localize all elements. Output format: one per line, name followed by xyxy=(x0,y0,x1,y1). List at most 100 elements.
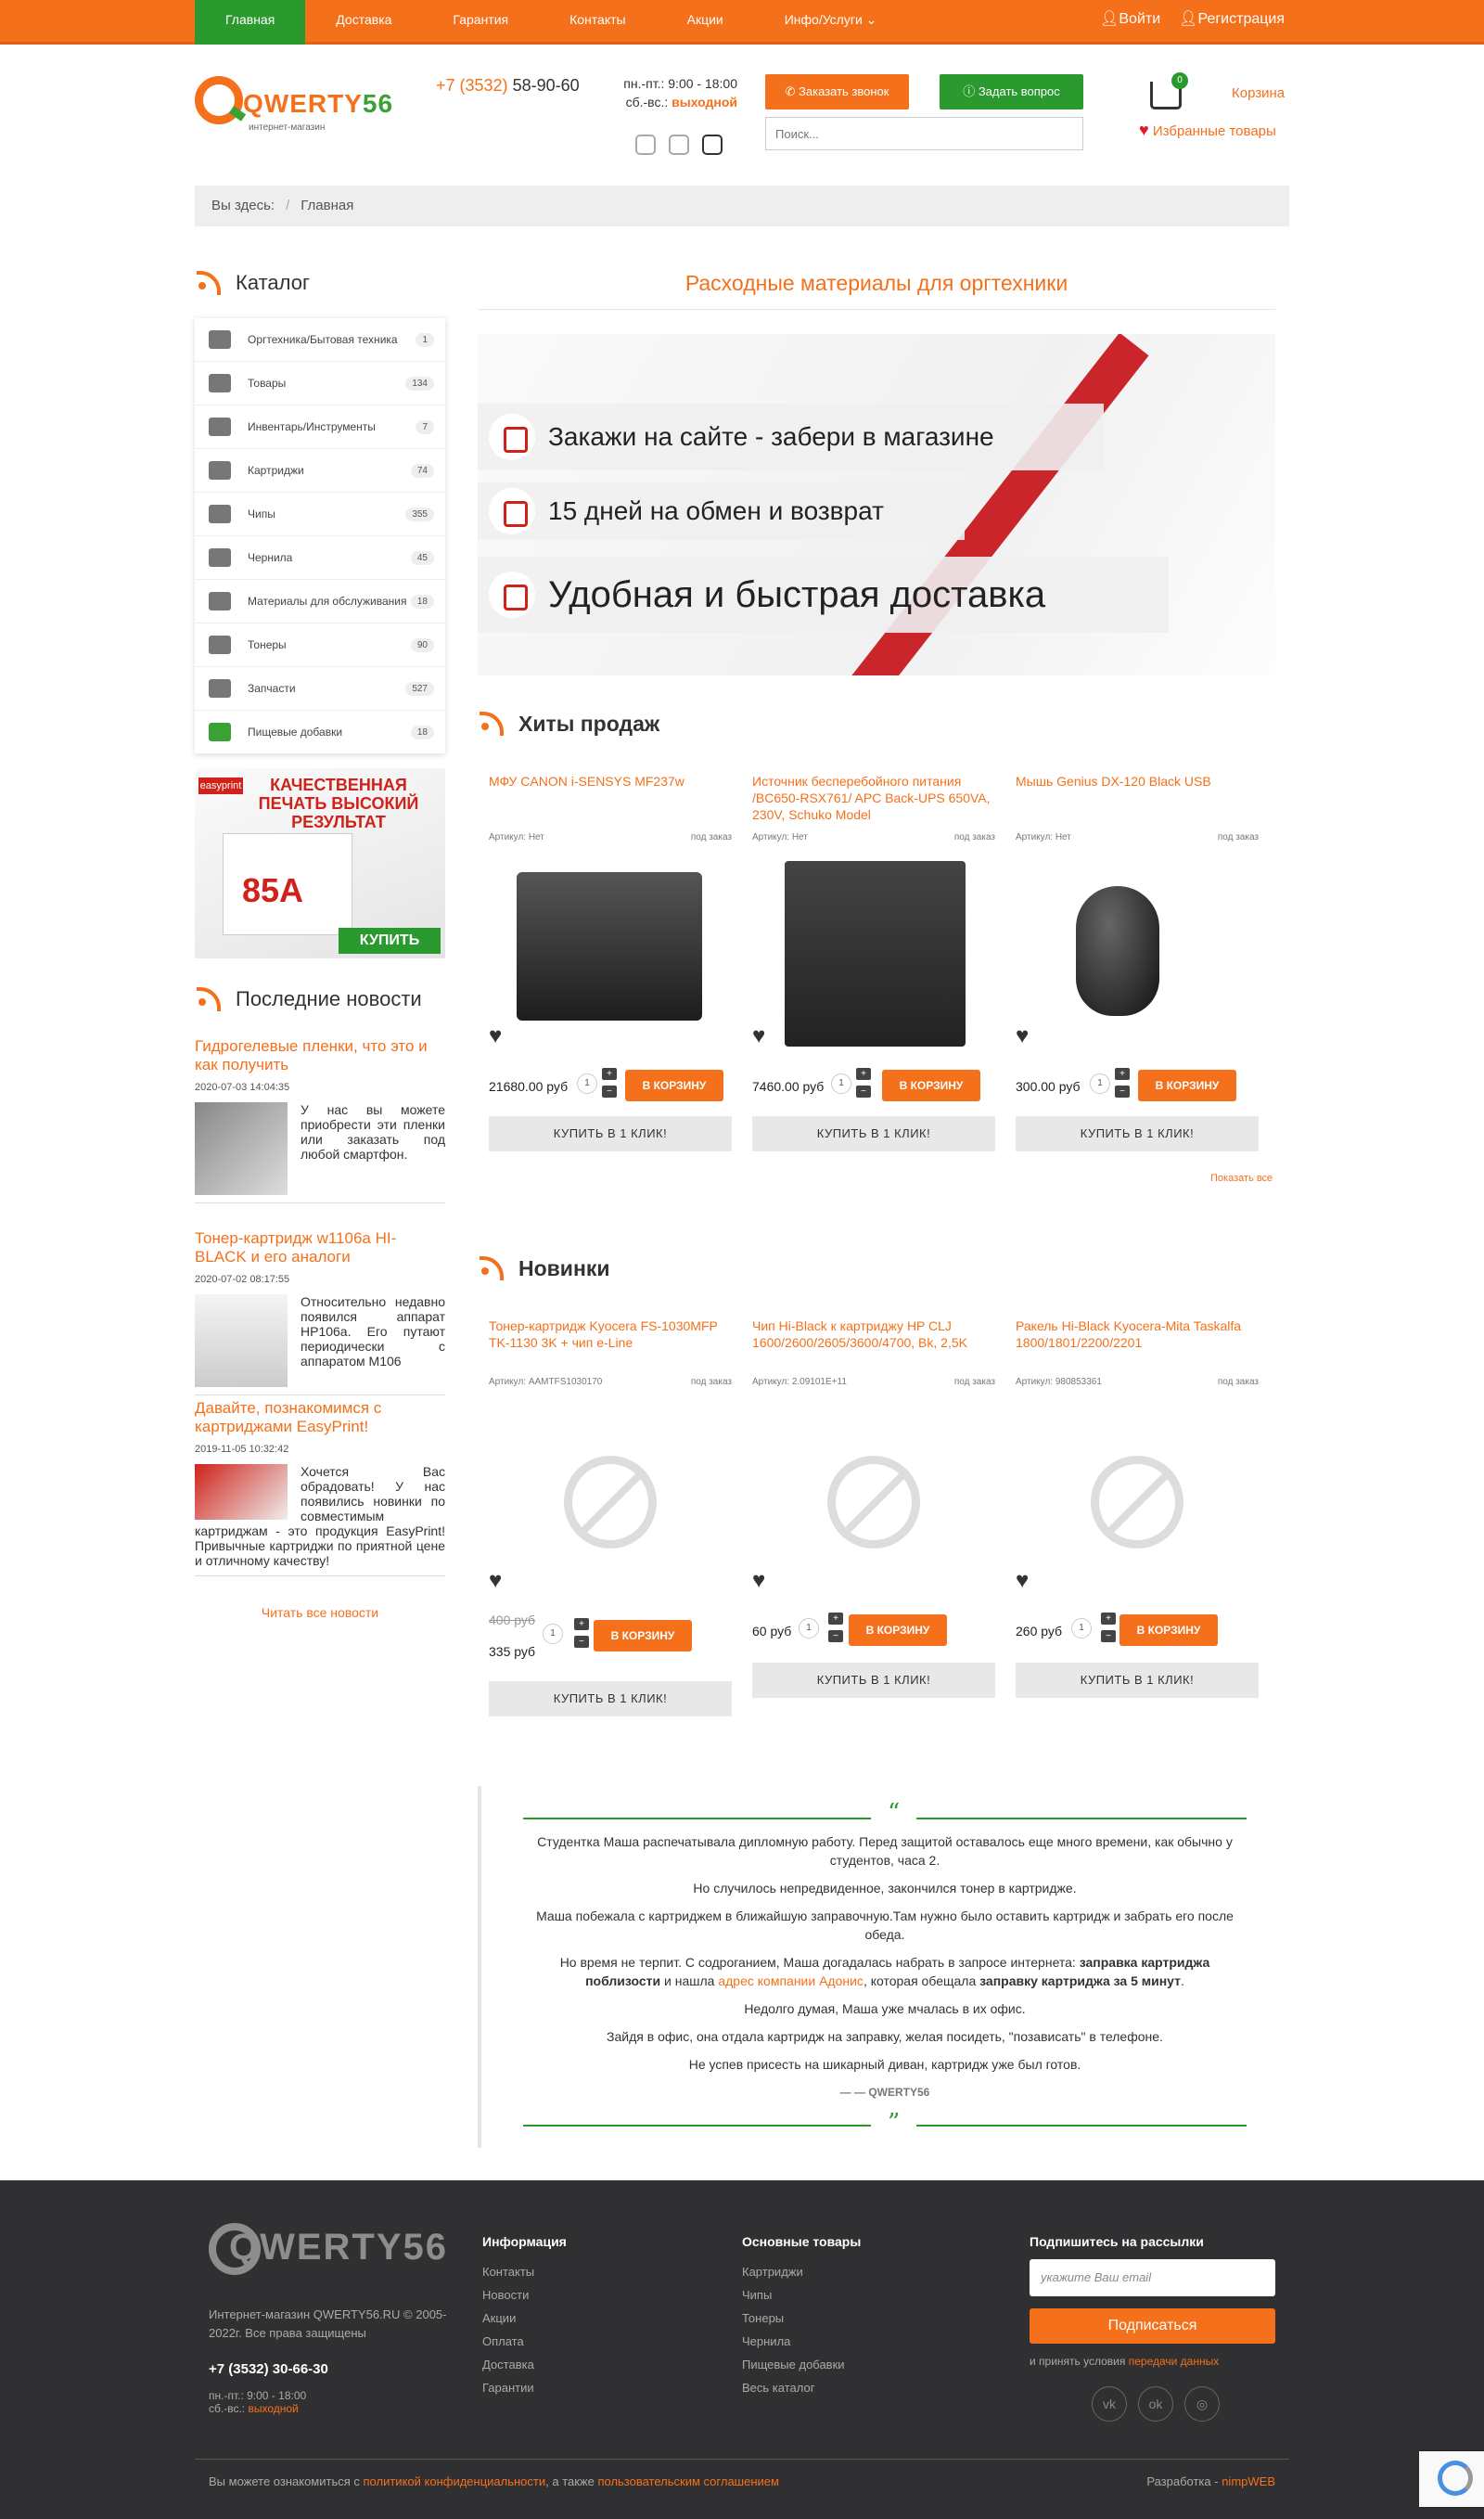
product-name[interactable]: Мышь Genius DX-120 Black USB xyxy=(1016,773,1259,829)
nav-delivery[interactable]: Доставка xyxy=(305,0,422,45)
qty-plus-button[interactable]: + xyxy=(574,1618,589,1630)
vk-icon[interactable]: vk xyxy=(1092,2386,1127,2422)
product-name[interactable]: Тонер-картридж Kyocera FS-1030MFP TK-113… xyxy=(489,1317,732,1373)
add-to-cart-button[interactable]: В КОРЗИНУ xyxy=(849,1614,947,1646)
buy-one-click-button[interactable]: КУПИТЬ В 1 КЛИК! xyxy=(1016,1116,1259,1151)
catalog-item[interactable]: Оргтехника/Бытовая техника 1 xyxy=(195,318,445,362)
news-item-title[interactable]: Гидрогелевые пленки, что это и как получ… xyxy=(195,1037,445,1074)
add-to-cart-button[interactable]: В КОРЗИНУ xyxy=(594,1620,692,1651)
news-item-image[interactable] xyxy=(195,1294,288,1387)
buy-one-click-button[interactable]: КУПИТЬ В 1 КЛИК! xyxy=(752,1116,995,1151)
register-link[interactable]: 👤︎Регистрация xyxy=(1179,0,1285,39)
footer-phone[interactable]: +7 (3532) 30-66-30 xyxy=(209,2361,328,2377)
footer-link[interactable]: Новости xyxy=(482,2283,567,2307)
qty-minus-button[interactable]: − xyxy=(1101,1630,1116,1642)
add-to-cart-button[interactable]: В КОРЗИНУ xyxy=(1138,1070,1236,1101)
request-call-button[interactable]: ✆ Заказать звонок xyxy=(765,74,909,109)
product-image[interactable]: ♥ xyxy=(489,1389,732,1598)
favorite-heart-icon[interactable]: ♥ xyxy=(752,1568,765,1594)
qty-minus-button[interactable]: − xyxy=(856,1086,871,1098)
footer-logo[interactable]: QWERTY56 xyxy=(209,2223,448,2275)
footer-link[interactable]: Акции xyxy=(482,2307,567,2330)
product-name[interactable]: Ракель Hi-Black Kyocera-Mita Taskalfa 18… xyxy=(1016,1317,1259,1373)
product-image[interactable]: ♥ xyxy=(752,844,995,1053)
buy-one-click-button[interactable]: КУПИТЬ В 1 КЛИК! xyxy=(752,1663,995,1698)
qty-minus-button[interactable]: − xyxy=(1115,1086,1130,1098)
favorites-link[interactable]: ♥ Избранные товары xyxy=(1139,121,1276,140)
footer-link[interactable]: Картриджи xyxy=(742,2260,861,2283)
odnoklassniki-icon[interactable] xyxy=(669,135,689,155)
promo-buy-button[interactable]: КУПИТЬ xyxy=(339,928,441,954)
company-address-link[interactable]: адрес компании Адонис xyxy=(718,1973,864,1988)
odnoklassniki-icon[interactable]: ok xyxy=(1138,2386,1173,2422)
catalog-item[interactable]: Запчасти 527 xyxy=(195,667,445,711)
catalog-item[interactable]: Чернила 45 xyxy=(195,536,445,580)
qty-minus-button[interactable]: − xyxy=(602,1086,617,1098)
recaptcha-badge[interactable] xyxy=(1419,2451,1484,2507)
footer-link[interactable]: Контакты xyxy=(482,2260,567,2283)
favorite-heart-icon[interactable]: ♥ xyxy=(489,1568,502,1594)
catalog-item[interactable]: Чипы 355 xyxy=(195,493,445,536)
promo-banner[interactable]: easyprint КАЧЕСТВЕННАЯ ПЕЧАТЬ ВЫСОКИЙ РЕ… xyxy=(195,768,445,958)
footer-link[interactable]: Тонеры xyxy=(742,2307,861,2330)
footer-link[interactable]: Гарантии xyxy=(482,2376,567,2399)
qty-minus-button[interactable]: − xyxy=(574,1636,589,1648)
footer-link[interactable]: Чипы xyxy=(742,2283,861,2307)
login-link[interactable]: 👤︎Войти xyxy=(1100,0,1160,39)
qty-plus-button[interactable]: + xyxy=(602,1068,617,1080)
instagram-icon[interactable] xyxy=(702,135,723,155)
qty-plus-button[interactable]: + xyxy=(828,1613,843,1625)
catalog-item[interactable]: Пищевые добавки 18 xyxy=(195,711,445,754)
buy-one-click-button[interactable]: КУПИТЬ В 1 КЛИК! xyxy=(489,1116,732,1151)
email-field[interactable]: укажите Ваш email xyxy=(1030,2259,1275,2296)
footer-link[interactable]: Доставка xyxy=(482,2353,567,2376)
quantity-input[interactable]: 1 xyxy=(577,1073,597,1094)
add-to-cart-button[interactable]: В КОРЗИНУ xyxy=(625,1070,723,1101)
product-image[interactable]: ♥ xyxy=(752,1389,995,1598)
subscribe-button[interactable]: Подписаться xyxy=(1030,2308,1275,2344)
instagram-icon[interactable]: ◎ xyxy=(1184,2386,1220,2422)
quantity-input[interactable]: 1 xyxy=(1071,1618,1092,1639)
product-image[interactable]: ♥ xyxy=(1016,1389,1259,1598)
footer-link[interactable]: Весь каталог xyxy=(742,2376,861,2399)
favorite-heart-icon[interactable]: ♥ xyxy=(752,1023,765,1049)
product-name[interactable]: МФУ CANON i-SENSYS MF237w xyxy=(489,773,732,829)
all-news-link[interactable]: Читать все новости xyxy=(195,1605,445,1620)
qty-plus-button[interactable]: + xyxy=(856,1068,871,1080)
vk-icon[interactable] xyxy=(635,135,656,155)
data-transfer-link[interactable]: передачи данных xyxy=(1129,2355,1220,2368)
catalog-item[interactable]: Картриджи 74 xyxy=(195,449,445,493)
nav-warranty[interactable]: Гарантия xyxy=(422,0,539,45)
nav-contacts[interactable]: Контакты xyxy=(539,0,656,45)
add-to-cart-button[interactable]: В КОРЗИНУ xyxy=(1119,1614,1218,1646)
quantity-input[interactable]: 1 xyxy=(831,1073,851,1094)
quantity-input[interactable]: 1 xyxy=(799,1618,819,1639)
show-all-link[interactable]: Показать все xyxy=(1210,1173,1273,1184)
qty-plus-button[interactable]: + xyxy=(1101,1613,1116,1625)
catalog-item[interactable]: Инвентарь/Инструменты 7 xyxy=(195,405,445,449)
breadcrumb-current[interactable]: Главная xyxy=(301,198,353,213)
add-to-cart-button[interactable]: В КОРЗИНУ xyxy=(882,1070,980,1101)
favorite-heart-icon[interactable]: ♥ xyxy=(1016,1568,1029,1594)
news-item-image[interactable] xyxy=(195,1464,288,1520)
product-image[interactable]: ♥ xyxy=(489,844,732,1053)
quantity-input[interactable]: 1 xyxy=(543,1624,563,1644)
quantity-input[interactable]: 1 xyxy=(1090,1073,1110,1094)
news-item-title[interactable]: Тонер-картридж w1106a HI-BLACK и его ана… xyxy=(195,1229,445,1266)
product-name[interactable]: Чип Hi-Black к картриджу HP CLJ 1600/260… xyxy=(752,1317,995,1373)
footer-link[interactable]: Пищевые добавки xyxy=(742,2353,861,2376)
header-phone[interactable]: +7 (3532) 58-90-60 xyxy=(436,76,580,96)
news-item-image[interactable] xyxy=(195,1102,288,1195)
footer-link[interactable]: Оплата xyxy=(482,2330,567,2353)
catalog-item[interactable]: Товары 134 xyxy=(195,362,445,405)
buy-one-click-button[interactable]: КУПИТЬ В 1 КЛИК! xyxy=(489,1681,732,1716)
product-image[interactable]: ♥ xyxy=(1016,844,1259,1053)
qty-plus-button[interactable]: + xyxy=(1115,1068,1130,1080)
product-name[interactable]: Источник бесперебойного питания /BC650-R… xyxy=(752,773,995,829)
qty-minus-button[interactable]: − xyxy=(828,1630,843,1642)
footer-link[interactable]: Чернила xyxy=(742,2330,861,2353)
ask-question-button[interactable]: ⓘ Задать вопрос xyxy=(940,74,1083,109)
favorite-heart-icon[interactable]: ♥ xyxy=(489,1023,502,1049)
search-input[interactable] xyxy=(765,117,1083,150)
catalog-item[interactable]: Тонеры 90 xyxy=(195,623,445,667)
